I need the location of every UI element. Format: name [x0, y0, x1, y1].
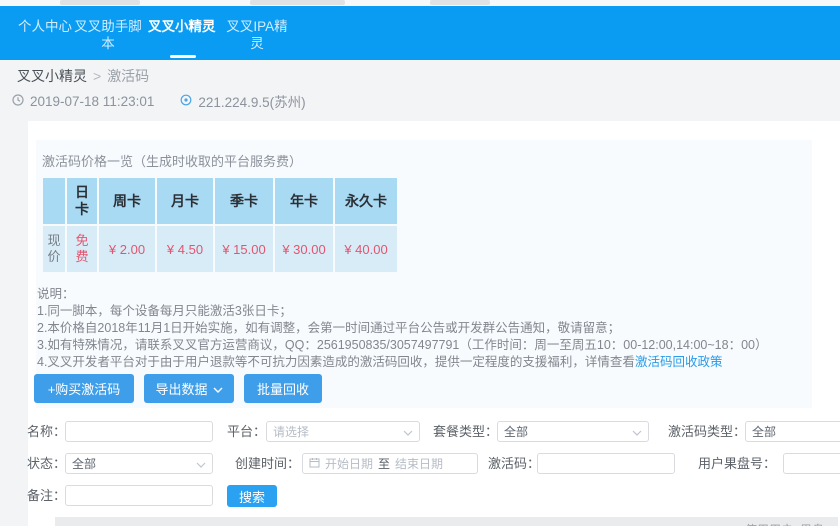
price-table-corner-cell — [43, 178, 65, 224]
date-range-separator: 至 — [378, 455, 390, 472]
package-type-label: 套餐类型： — [433, 421, 498, 442]
guopan-label: 用户果盘号： — [698, 453, 776, 474]
col-header-week-card: 周卡 — [99, 178, 155, 224]
results-table-header-partial: 使用用户+果盘 — [55, 517, 838, 526]
code-label: 激活码： — [488, 453, 540, 474]
session-meta: 2019-07-18 11:23:01 221.224.9.5(苏州) — [12, 91, 306, 111]
status-value: 全部 — [72, 455, 196, 472]
name-label: 名称： — [27, 421, 66, 442]
note-line-3: 3.如有特殊情况，请联系叉叉官方运营商议，QQ：2561950835/30574… — [37, 337, 809, 354]
batch-recycle-button[interactable]: 批量回收 — [244, 374, 322, 403]
package-type-select[interactable]: 全部 — [497, 421, 649, 442]
code-type-label: 激活码类型： — [668, 421, 746, 442]
status-label: 状态： — [27, 453, 66, 474]
buy-code-button[interactable]: +购买激活码 — [34, 374, 134, 403]
breadcrumb-current: 激活码 — [107, 68, 149, 84]
create-time-label: 创建时间： — [235, 453, 300, 474]
price-year-card: ¥ 30.00 — [275, 226, 333, 272]
location-icon — [180, 94, 192, 109]
tab-remnant — [60, 0, 140, 5]
active-tab-underline — [170, 55, 196, 58]
price-forever-card: ¥ 40.00 — [335, 226, 397, 272]
notes-block: 说明： 1.同一脚本，每个设备每月只能激活3张日卡； 2.本价格自2018年11… — [37, 286, 809, 371]
price-table: 日卡 周卡 月卡 季卡 年卡 永久卡 现价 免费 ¥ 2.00 ¥ 4.50 ¥… — [41, 176, 399, 274]
login-datetime: 2019-07-18 11:23:01 — [30, 94, 154, 109]
platform-label: 平台： — [227, 421, 266, 442]
package-type-value: 全部 — [504, 423, 632, 440]
date-end-placeholder: 结束日期 — [395, 455, 443, 472]
note-line-2: 2.本价格自2018年11月1日开始实施，如有调整，会第一时间通过平台公告或开发… — [37, 320, 809, 337]
top-navbar: 个人中心 叉叉助手脚本 叉叉小精灵 叉叉IPA精灵 — [0, 6, 840, 60]
clock-icon — [12, 94, 24, 109]
chevron-down-icon — [403, 425, 413, 439]
chevron-down-icon — [213, 381, 223, 396]
calendar-icon — [309, 457, 320, 471]
nav-item-ipa[interactable]: 叉叉IPA精灵 — [224, 18, 290, 52]
tab-remnant — [250, 0, 345, 5]
breadcrumb-section[interactable]: 叉叉小精灵 — [17, 68, 87, 84]
price-table-data-row: 现价 免费 ¥ 2.00 ¥ 4.50 ¥ 15.00 ¥ 30.00 ¥ 40… — [43, 226, 397, 272]
chevron-down-icon — [632, 425, 642, 439]
price-month-card: ¥ 4.50 — [157, 226, 213, 272]
notes-heading: 说明： — [37, 286, 809, 303]
code-type-select[interactable]: 全部 — [745, 421, 840, 442]
col-header-month-card: 月卡 — [157, 178, 213, 224]
date-start-placeholder: 开始日期 — [325, 455, 373, 472]
nav-item-personal-center[interactable]: 个人中心 — [18, 18, 72, 35]
price-day-card: 免费 — [67, 226, 97, 272]
results-partial-header-text: 使用用户+果盘 — [745, 521, 824, 526]
search-button[interactable]: 搜索 — [227, 485, 277, 507]
chevron-down-icon — [196, 457, 206, 471]
nav-item-script[interactable]: 叉叉助手脚本 — [72, 18, 144, 52]
price-panel-title: 激活码价格一览（生成时收取的平台服务费） — [42, 151, 302, 170]
login-ip: 221.224.9.5(苏州) — [198, 91, 305, 111]
status-select[interactable]: 全部 — [65, 453, 213, 474]
col-header-day-card: 日卡 — [67, 178, 97, 224]
col-header-year-card: 年卡 — [275, 178, 333, 224]
nav-item-sprite-active[interactable]: 叉叉小精灵 — [148, 18, 216, 35]
price-week-card: ¥ 2.00 — [99, 226, 155, 272]
guopan-input[interactable] — [783, 453, 840, 474]
code-input[interactable] — [537, 453, 675, 474]
note-line-4: 4.叉叉开发者平台对于由于用户退款等不可抗力因素造成的激活码回收，提供一定程度的… — [37, 354, 809, 371]
recycle-policy-link[interactable]: 激活码回收政策 — [635, 355, 723, 369]
platform-select-placeholder: 请选择 — [273, 423, 403, 440]
export-data-label: 导出数据 — [155, 379, 207, 398]
action-button-row: +购买激活码 导出数据 批量回收 — [34, 374, 322, 403]
export-data-button[interactable]: 导出数据 — [144, 374, 234, 403]
note-line-4-text: 4.叉叉开发者平台对于由于用户退款等不可抗力因素造成的激活码回收，提供一定程度的… — [37, 355, 635, 369]
code-type-value: 全部 — [752, 423, 840, 440]
price-quarter-card: ¥ 15.00 — [215, 226, 273, 272]
remark-input[interactable] — [65, 485, 213, 506]
name-input[interactable] — [65, 421, 213, 442]
note-line-1: 1.同一脚本，每个设备每月只能激活3张日卡； — [37, 303, 809, 320]
tab-remnant — [430, 0, 490, 5]
breadcrumb-separator: > — [93, 68, 101, 84]
platform-select[interactable]: 请选择 — [266, 421, 420, 442]
col-header-forever-card: 永久卡 — [335, 178, 397, 224]
breadcrumb: 叉叉小精灵 > 激活码 — [17, 66, 149, 86]
price-table-header-row: 日卡 周卡 月卡 季卡 年卡 永久卡 — [43, 178, 397, 224]
remark-label: 备注： — [27, 485, 66, 506]
row-label-current-price: 现价 — [43, 226, 65, 272]
date-range-picker[interactable]: 开始日期 至 结束日期 — [302, 453, 478, 474]
col-header-quarter-card: 季卡 — [215, 178, 273, 224]
